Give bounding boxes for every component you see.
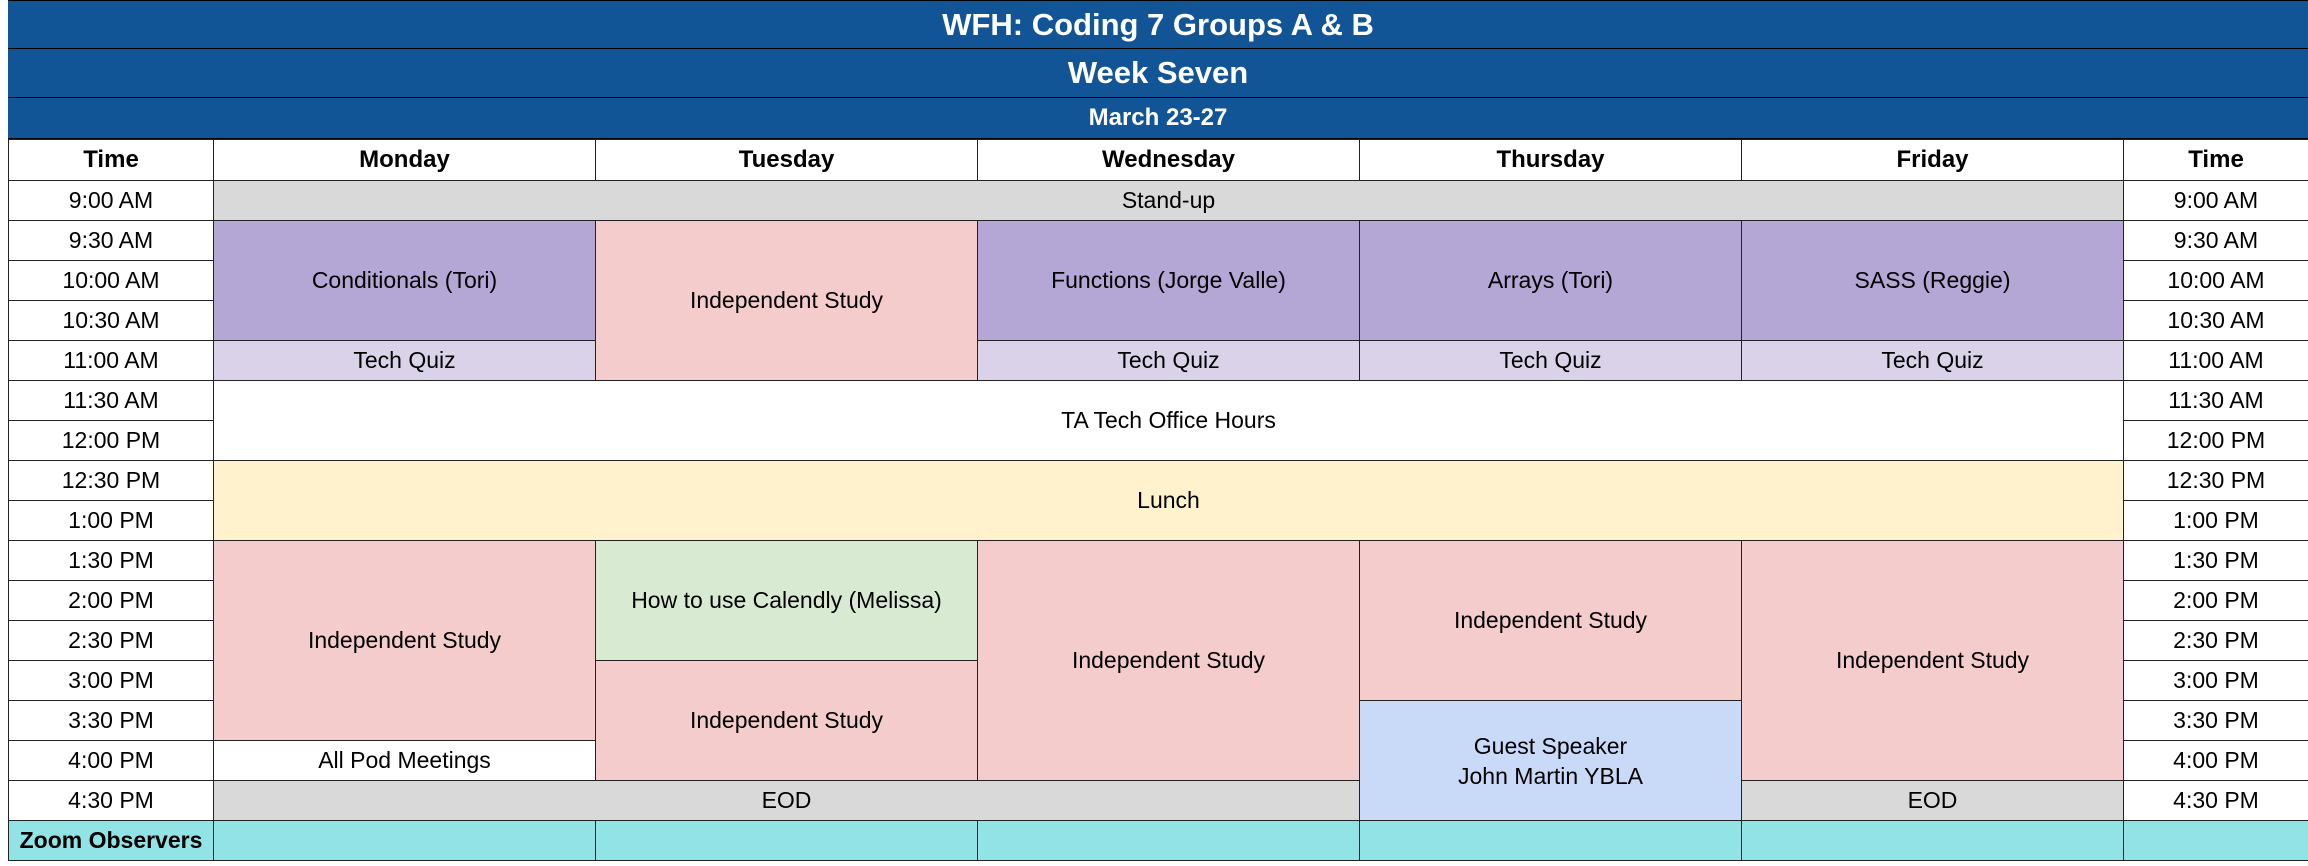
ta-office-hours-block[interactable]: TA Tech Office Hours [213,380,2124,461]
time-cell-right[interactable]: 1:00 PM [2123,500,2308,541]
time-cell[interactable]: 11:30 AM [8,380,214,421]
time-cell-right[interactable]: 3:00 PM [2123,660,2308,701]
zoom-observers-right[interactable] [2123,820,2308,861]
time-row: 11:00 AM Tech Quiz Tech Quiz Tech Quiz T… [8,340,2308,381]
schedule-title[interactable]: WFH: Coding 7 Groups A & B [8,0,2308,49]
col-header-time-right[interactable]: Time [2123,139,2308,181]
tuesday-independent-study-late-block[interactable]: Independent Study [595,660,978,781]
time-cell-right[interactable]: 2:00 PM [2123,580,2308,621]
time-cell[interactable]: 4:30 PM [8,780,214,821]
thursday-independent-study-pm-block[interactable]: Independent Study [1359,540,1742,701]
time-row: 9:30 AM Conditionals (Tori) Independent … [8,220,2308,381]
time-cell-right[interactable]: 9:30 AM [2123,220,2308,261]
time-cell[interactable]: 12:30 PM [8,460,214,501]
time-row: 9:00 AM Stand-up 9:00 AM [8,180,2308,221]
zoom-observers-friday[interactable] [1741,820,2124,861]
time-cell[interactable]: 9:00 AM [8,180,214,221]
col-header-thursday[interactable]: Thursday [1359,139,1742,181]
time-cell[interactable]: 2:30 PM [8,620,214,661]
time-row: 11:30 AM TA Tech Office Hours 11:30 AM [8,380,2308,461]
time-cell-right[interactable]: 9:00 AM [2123,180,2308,221]
time-cell[interactable]: 12:00 PM [8,420,214,461]
schedule-sheet: WFH: Coding 7 Groups A & B Week Seven Ma… [8,0,2308,861]
time-cell[interactable]: 3:30 PM [8,700,214,741]
monday-conditionals-block[interactable]: Conditionals (Tori) [213,220,596,341]
time-cell-right[interactable]: 11:30 AM [2123,380,2308,421]
friday-independent-study-pm-block[interactable]: Independent Study [1741,540,2124,781]
time-cell[interactable]: 4:00 PM [8,740,214,781]
time-cell-right[interactable]: 10:00 AM [2123,260,2308,301]
day-header-row: Time Monday Tuesday Wednesday Thursday F… [8,139,2308,181]
thursday-tech-quiz-block[interactable]: Tech Quiz [1359,340,1742,381]
standup-block[interactable]: Stand-up [213,180,2124,221]
guest-speaker-name: John Martin YBLA [1458,762,1643,789]
time-cell[interactable]: 11:00 AM [8,340,214,381]
time-row: 1:30 PM Independent Study How to use Cal… [8,540,2308,781]
tuesday-calendly-block[interactable]: How to use Calendly (Melissa) [595,540,978,661]
monday-tech-quiz-block[interactable]: Tech Quiz [213,340,596,381]
zoom-observers-label[interactable]: Zoom Observers [8,820,214,861]
time-cell[interactable]: 1:30 PM [8,540,214,581]
friday-sass-block[interactable]: SASS (Reggie) [1741,220,2124,341]
time-cell-right[interactable]: 12:00 PM [2123,420,2308,461]
zoom-observers-monday[interactable] [213,820,596,861]
thursday-arrays-block[interactable]: Arrays (Tori) [1359,220,1742,341]
time-cell[interactable]: 9:30 AM [8,220,214,261]
time-cell-right[interactable]: 10:30 AM [2123,300,2308,341]
time-row: 4:30 PM EOD EOD 4:30 PM [8,780,2308,821]
col-header-time[interactable]: Time [8,139,214,181]
time-cell-right[interactable]: 1:30 PM [2123,540,2308,581]
zoom-observers-tuesday[interactable] [595,820,978,861]
time-cell-right[interactable]: 3:30 PM [2123,700,2308,741]
wednesday-functions-block[interactable]: Functions (Jorge Valle) [977,220,1360,341]
time-cell-right[interactable]: 4:30 PM [2123,780,2308,821]
time-cell-right[interactable]: 11:00 AM [2123,340,2308,381]
time-cell-right[interactable]: 4:00 PM [2123,740,2308,781]
monday-all-pod-meetings-block[interactable]: All Pod Meetings [213,740,596,781]
eod-block-friday[interactable]: EOD [1741,780,2124,821]
time-row: 12:30 PM Lunch 12:30 PM [8,460,2308,541]
time-cell[interactable]: 2:00 PM [8,580,214,621]
zoom-observers-row: Zoom Observers [8,820,2308,861]
eod-block-mon-wed[interactable]: EOD [213,780,1360,821]
time-cell-right[interactable]: 12:30 PM [2123,460,2308,501]
week-title[interactable]: Week Seven [8,49,2308,98]
time-cell[interactable]: 3:00 PM [8,660,214,701]
thursday-guest-speaker-block[interactable]: Guest Speaker John Martin YBLA [1359,700,1742,821]
wednesday-tech-quiz-block[interactable]: Tech Quiz [977,340,1360,381]
tuesday-independent-study-am-block[interactable]: Independent Study [595,220,978,381]
guest-speaker-title: Guest Speaker [1473,732,1628,759]
schedule-grid: Time Monday Tuesday Wednesday Thursday F… [8,139,2308,861]
monday-independent-study-pm-block[interactable]: Independent Study [213,540,596,741]
zoom-observers-wednesday[interactable] [977,820,1360,861]
time-cell[interactable]: 10:30 AM [8,300,214,341]
col-header-friday[interactable]: Friday [1741,139,2124,181]
time-cell[interactable]: 10:00 AM [8,260,214,301]
wednesday-independent-study-pm-block[interactable]: Independent Study [977,540,1360,781]
date-range[interactable]: March 23-27 [8,98,2308,139]
friday-tech-quiz-block[interactable]: Tech Quiz [1741,340,2124,381]
time-cell[interactable]: 1:00 PM [8,500,214,541]
lunch-block[interactable]: Lunch [213,460,2124,541]
col-header-tuesday[interactable]: Tuesday [595,139,978,181]
col-header-wednesday[interactable]: Wednesday [977,139,1360,181]
col-header-monday[interactable]: Monday [213,139,596,181]
zoom-observers-thursday[interactable] [1359,820,1742,861]
time-cell-right[interactable]: 2:30 PM [2123,620,2308,661]
